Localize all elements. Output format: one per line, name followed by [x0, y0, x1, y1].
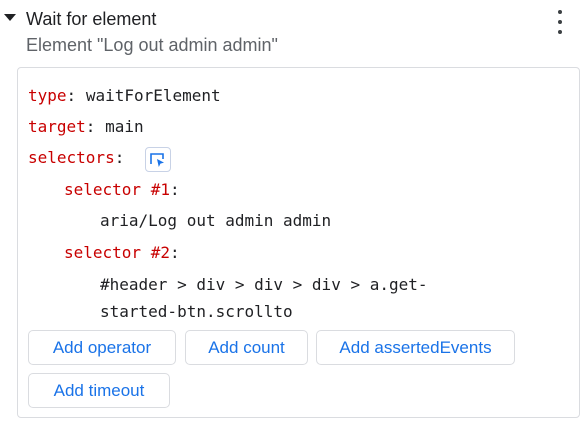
selectors-field: selectors:: [28, 148, 125, 167]
selector-1-field: selector #1:: [64, 180, 180, 199]
step-header: Wait for element Element "Log out admin …: [0, 0, 584, 62]
type-value[interactable]: waitForElement: [86, 86, 221, 105]
selector-2-value-line1[interactable]: #header > div > div > div > a.get-: [100, 275, 428, 294]
select-element-icon: [150, 153, 164, 167]
selector-1-value[interactable]: aria/Log out admin admin: [100, 211, 331, 230]
add-count-button[interactable]: Add count: [185, 330, 308, 365]
type-key: type: [28, 86, 67, 105]
selector-2-value-line2[interactable]: started-btn.scrollto: [100, 302, 293, 321]
more-vertical-icon[interactable]: [548, 8, 572, 36]
caret-down-icon[interactable]: [4, 14, 16, 21]
selector-1-key: selector #1: [64, 180, 170, 199]
target-value[interactable]: main: [105, 117, 144, 136]
select-element-button[interactable]: [145, 147, 171, 172]
step-title: Wait for element: [26, 9, 157, 29]
step-subtitle: Element "Log out admin admin": [26, 35, 278, 55]
target-key: target: [28, 117, 86, 136]
type-field: type: waitForElement: [28, 86, 221, 105]
selector-2-field: selector #2:: [64, 243, 180, 262]
selector-2-key: selector #2: [64, 243, 170, 262]
target-field: target: main: [28, 117, 144, 136]
selectors-key: selectors: [28, 148, 115, 167]
add-operator-button[interactable]: Add operator: [28, 330, 176, 365]
add-asserted-events-button[interactable]: Add assertedEvents: [316, 330, 515, 365]
add-timeout-button[interactable]: Add timeout: [28, 373, 170, 408]
